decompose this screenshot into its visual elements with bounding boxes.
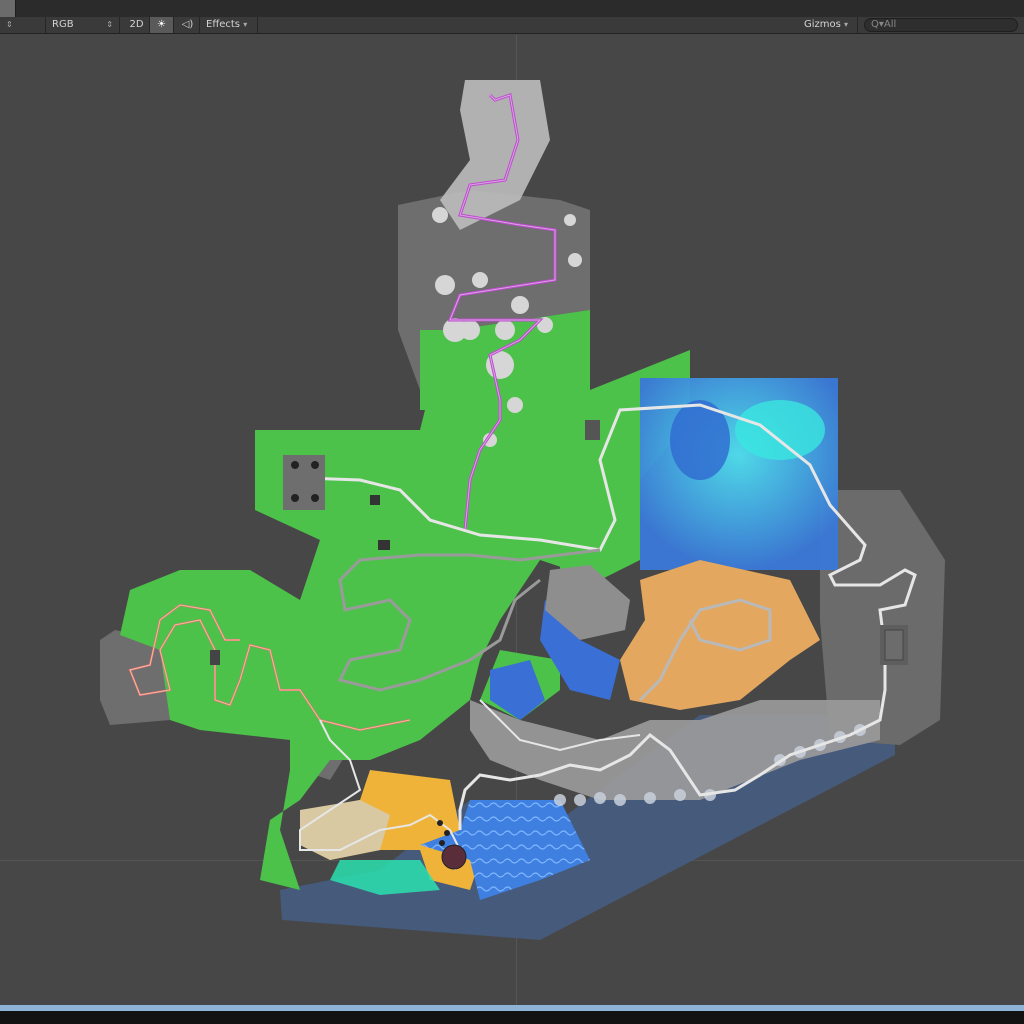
lighthouse [441, 844, 467, 870]
hut [370, 495, 380, 505]
audio-toggle-button[interactable]: ◁) [176, 17, 200, 33]
hut [378, 540, 390, 550]
start-pad [283, 455, 325, 510]
sun-icon: ☀ [157, 19, 166, 30]
scene-tab[interactable] [0, 0, 16, 17]
updown-arrows-icon: ⇕ [106, 20, 113, 29]
track-map [100, 80, 945, 940]
lighting-toggle-button[interactable]: ☀ [150, 17, 174, 33]
gizmos-label: Gizmos [804, 19, 841, 30]
speaker-icon: ◁) [181, 19, 194, 30]
gizmos-dropdown[interactable]: Gizmos ▾ [800, 17, 858, 33]
search-input[interactable]: Q▾All [864, 18, 1018, 32]
draw-mode-dropdown[interactable]: ⇕ [2, 17, 46, 33]
updown-arrows-icon: ⇕ [6, 20, 13, 29]
scene-toolbar: ⇕ RGB ⇕ 2D ☀ ◁) Effects ▾ Gizmos ▾ Q▾All [0, 17, 1024, 34]
dropdown-arrow-icon: ▾ [844, 20, 849, 29]
ice-blob [735, 400, 825, 460]
bottom-bar [0, 1011, 1024, 1024]
sand-desert [620, 560, 820, 710]
2d-toggle-button[interactable]: 2D [124, 17, 150, 33]
east-hut [884, 629, 904, 661]
dropdown-arrow-icon: ▾ [243, 20, 248, 29]
window-titlebar [0, 0, 1024, 17]
scene-viewport[interactable] [0, 35, 1024, 1005]
hut [585, 420, 600, 440]
effects-dropdown[interactable]: Effects ▾ [202, 17, 258, 33]
effects-label: Effects [206, 19, 240, 30]
render-channel-dropdown[interactable]: RGB ⇕ [48, 17, 120, 33]
render-channel-label: RGB [52, 19, 74, 30]
hut [210, 650, 220, 665]
